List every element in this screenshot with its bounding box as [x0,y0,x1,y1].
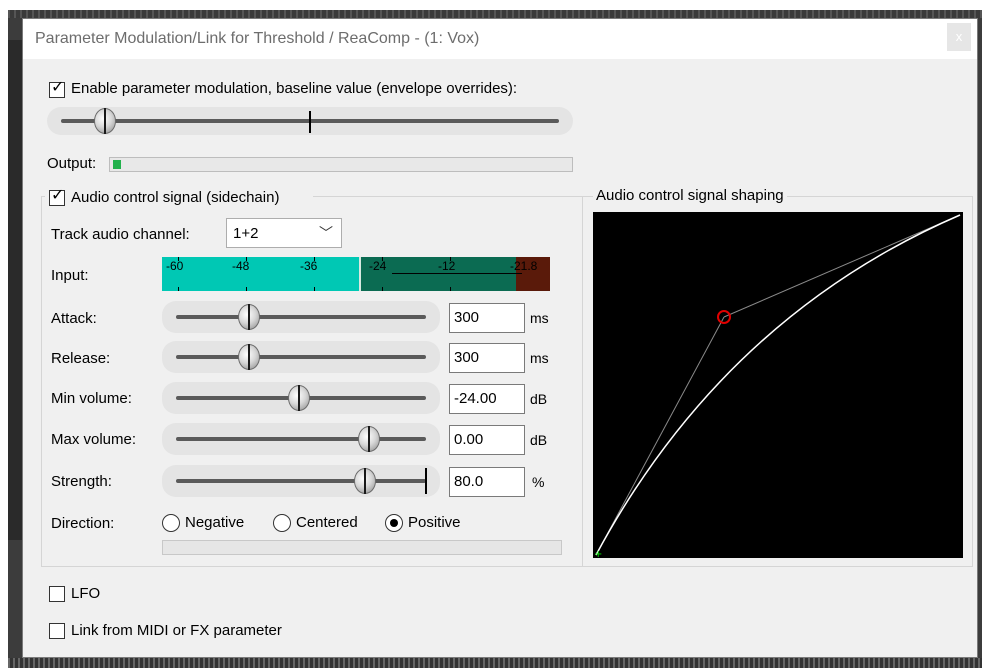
strength-label: Strength: [51,473,112,490]
direction-centered-label[interactable]: Centered [296,514,358,531]
output-meter-fill [113,160,121,169]
max-volume-label: Max volume: [51,431,137,448]
sidechain-label: Audio control signal (sidechain) [71,189,280,206]
track-channel-value: 1+2 [233,225,259,242]
close-button[interactable]: x [947,23,971,51]
release-slider-thumb[interactable] [238,344,260,370]
min-volume-slider[interactable] [162,382,440,414]
radio-dot [390,519,398,527]
input-meter-midline [392,273,522,274]
max-volume-value-input[interactable]: 0.00 [449,425,525,455]
release-unit: ms [530,350,549,366]
attack-slider-line [176,315,426,319]
daw-track-lane [8,40,22,540]
max-volume-slider-line [176,437,426,441]
input-meter-peak-line [359,257,361,291]
checkmark-icon: ✓ [51,79,65,96]
direction-label: Direction: [51,515,115,532]
input-meter-label: -60 [166,259,184,273]
input-meter-label: -12 [438,259,456,273]
min-volume-label: Min volume: [51,390,132,407]
direction-positive-radio[interactable] [385,514,403,532]
direction-centered-radio[interactable] [273,514,291,532]
min-volume-value-input[interactable]: -24.00 [449,384,525,414]
strength-slider-line [176,479,426,483]
strength-unit: % [532,474,545,490]
direction-negative-label[interactable]: Negative [185,514,244,531]
track-channel-select[interactable]: 1+2 ﹀ [226,218,342,248]
output-label: Output: [47,155,97,172]
release-slider-line [176,355,426,359]
checkmark-icon: ✓ [51,187,65,204]
strength-max-mark [425,468,427,494]
release-label: Release: [51,350,111,367]
release-slider[interactable] [162,341,440,373]
max-volume-slider-thumb[interactable] [358,426,380,452]
shaping-label: Audio control signal shaping [593,187,787,204]
input-meter-label: -36 [300,259,318,273]
baseline-slider[interactable] [47,107,573,135]
enable-modulation-label: Enable parameter modulation, baseline va… [71,80,518,97]
min-volume-slider-thumb[interactable] [288,385,310,411]
max-volume-slider[interactable] [162,423,440,455]
input-meter: -60 -48 -36 -24 -12 -21.8 [162,257,550,291]
sidechain-legend: ✓ Audio control signal (sidechain) [45,187,313,209]
input-meter-label: -21.8 [510,259,538,273]
baseline-slider-thumb[interactable] [94,108,116,134]
strength-slider[interactable] [162,465,440,497]
link-midi-fx-label: Link from MIDI or FX parameter [71,622,282,639]
shaping-graph-background [593,212,963,558]
strength-slider-thumb[interactable] [354,468,376,494]
baseline-center-mark [309,111,311,133]
attack-unit: ms [530,310,549,326]
attack-label: Attack: [51,310,97,327]
lfo-checkbox[interactable] [49,586,65,602]
enable-modulation-checkbox[interactable]: ✓ [49,79,65,98]
input-meter-label: -24 [369,259,387,273]
window-title: Parameter Modulation/Link for Threshold … [35,30,480,47]
input-label: Input: [51,267,89,284]
direction-negative-radio[interactable] [162,514,180,532]
output-meter [109,157,573,172]
parameter-modulation-dialog: Parameter Modulation/Link for Threshold … [22,18,978,658]
input-meter-label: -48 [232,259,250,273]
direction-positive-label[interactable]: Positive [408,514,461,531]
min-volume-unit: dB [530,391,548,407]
sidechain-progress-bar [162,540,562,555]
attack-slider-thumb[interactable] [238,304,260,330]
track-channel-label: Track audio channel: [51,226,190,243]
max-volume-unit: dB [530,432,548,448]
sidechain-checkbox[interactable]: ✓ [49,187,65,206]
lfo-label: LFO [71,585,101,602]
link-midi-fx-checkbox[interactable] [49,623,65,639]
strength-value-input[interactable]: 80.0 [449,467,525,497]
release-value-input[interactable]: 300 [449,343,525,373]
chevron-down-icon: ﹀ [319,225,333,241]
input-meter-segment-cyan [162,257,360,291]
shaping-origin-marker: + [594,549,602,558]
shaping-graph[interactable]: + [593,212,963,558]
attack-slider[interactable] [162,301,440,333]
attack-value-input[interactable]: 300 [449,303,525,333]
title-bar[interactable]: Parameter Modulation/Link for Threshold … [23,19,977,59]
